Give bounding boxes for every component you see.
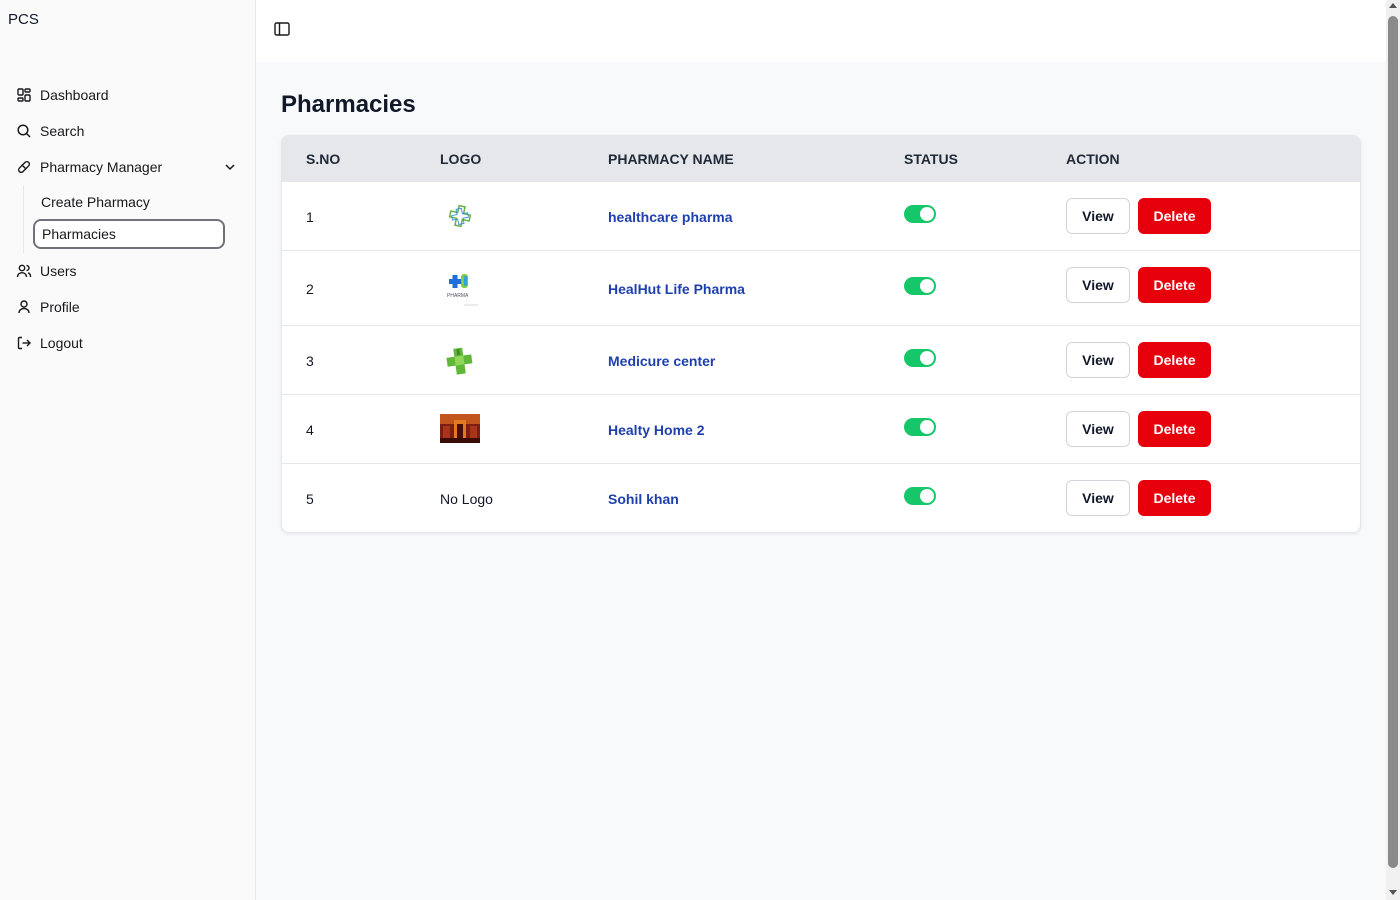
sidebar-item-label: Profile: [40, 299, 80, 315]
status-toggle[interactable]: [904, 487, 936, 505]
scroll-down-arrow-icon[interactable]: [1389, 890, 1397, 895]
sidebar-item-label: Search: [40, 123, 85, 139]
users-icon: [16, 263, 32, 279]
panel-left-icon: [274, 21, 290, 41]
row-sno: 5: [306, 491, 314, 507]
delete-button[interactable]: Delete: [1138, 267, 1211, 303]
sidebar-item-profile[interactable]: Profile: [8, 289, 248, 325]
row-sno: 2: [306, 281, 314, 297]
table-row: 5 No Logo Sohil khan View Delete: [282, 463, 1360, 532]
sidebar-item-label: Logout: [40, 335, 83, 351]
sidebar-item-pharmacy-manager[interactable]: Pharmacy Manager: [8, 149, 248, 185]
sidebar-item-label: Dashboard: [40, 87, 109, 103]
layout-grid-icon: [16, 87, 32, 103]
scrollbar-thumb[interactable]: [1388, 16, 1398, 868]
sidebar-item-dashboard[interactable]: Dashboard: [8, 77, 248, 113]
pharmacy-logo-cross-outline: [448, 204, 472, 231]
top-bar: [256, 0, 1386, 62]
view-button[interactable]: View: [1066, 342, 1130, 378]
sidebar-subitem-pharmacies[interactable]: Pharmacies: [33, 219, 225, 249]
sidebar-nav: Dashboard Search Pharmacy Manager Create…: [8, 77, 248, 361]
sidebar-subitem-create-pharmacy[interactable]: Create Pharmacy: [33, 187, 225, 217]
delete-button[interactable]: Delete: [1138, 342, 1211, 378]
chevron-down-icon[interactable]: [222, 159, 238, 175]
scroll-up-arrow-icon[interactable]: [1389, 3, 1397, 8]
row-sno: 1: [306, 209, 314, 225]
row-actions: View Delete: [1066, 198, 1211, 234]
search-icon: [16, 123, 32, 139]
pharmacy-name-link[interactable]: Sohil khan: [608, 491, 679, 507]
row-actions: View Delete: [1066, 411, 1211, 447]
column-header-action: ACTION: [1066, 151, 1120, 167]
delete-button[interactable]: Delete: [1138, 480, 1211, 516]
view-button[interactable]: View: [1066, 198, 1130, 234]
row-actions: View Delete: [1066, 267, 1211, 303]
status-toggle[interactable]: [904, 349, 936, 367]
main-content: Pharmacies S.NO LOGO PHARMACY NAME STATU…: [256, 62, 1386, 900]
table-row: 1 healthcare pharma View Delete: [282, 181, 1360, 250]
no-logo-text: No Logo: [440, 491, 493, 507]
logout-icon: [16, 335, 32, 351]
pharmacy-name-link[interactable]: HealHut Life Pharma: [608, 281, 745, 297]
sidebar-item-label: Pharmacy Manager: [40, 159, 163, 175]
column-header-pharmacy-name: PHARMACY NAME: [608, 151, 734, 167]
row-actions: View Delete: [1066, 480, 1211, 516]
user-icon: [16, 299, 32, 315]
status-toggle[interactable]: [904, 277, 936, 295]
delete-button[interactable]: Delete: [1138, 411, 1211, 447]
pharmacy-manager-submenu: Create Pharmacy Pharmacies: [23, 185, 248, 253]
pharmacy-name-link[interactable]: Medicure center: [608, 353, 715, 369]
pharmacy-logo-green-cross: [445, 346, 475, 379]
pill-icon: [16, 159, 32, 175]
row-actions: View Delete: [1066, 342, 1211, 378]
sidebar-item-logout[interactable]: Logout: [8, 325, 248, 361]
sidebar-item-search[interactable]: Search: [8, 113, 248, 149]
sidebar: PCS Dashboard Search Pharmacy Manager Cr…: [0, 0, 256, 900]
delete-button[interactable]: Delete: [1138, 198, 1211, 234]
pharmacy-logo-plus: PHARMA: [444, 271, 480, 312]
pharmacies-table: S.NO LOGO PHARMACY NAME STATUS ACTION 1 …: [281, 135, 1361, 533]
view-button[interactable]: View: [1066, 267, 1130, 303]
sidebar-item-users[interactable]: Users: [8, 253, 248, 289]
svg-text:PHARMA: PHARMA: [447, 293, 469, 299]
view-button[interactable]: View: [1066, 480, 1130, 516]
view-button[interactable]: View: [1066, 411, 1130, 447]
sidebar-item-label: Users: [40, 263, 77, 279]
page-title: Pharmacies: [281, 91, 416, 118]
status-toggle[interactable]: [904, 418, 936, 436]
pharmacy-name-link[interactable]: Healty Home 2: [608, 422, 704, 438]
sidebar-toggle-button[interactable]: [272, 21, 292, 41]
row-sno: 4: [306, 422, 314, 438]
pharmacy-logo-photo: [440, 414, 480, 446]
column-header-status: STATUS: [904, 151, 958, 167]
column-header-sno: S.NO: [306, 151, 341, 167]
table-header: S.NO LOGO PHARMACY NAME STATUS ACTION: [282, 136, 1360, 181]
pharmacy-name-link[interactable]: healthcare pharma: [608, 209, 733, 225]
table-row: 4 Healty Home 2 View Delete: [282, 394, 1360, 463]
brand-logo: PCS: [8, 11, 39, 28]
table-row: 2 PHARMA HealHut Life Pharma View Delete: [282, 250, 1360, 325]
column-header-logo: LOGO: [440, 151, 482, 167]
status-toggle[interactable]: [904, 205, 936, 223]
table-row: 3 Medicure center View Delete: [282, 325, 1360, 394]
row-sno: 3: [306, 353, 314, 369]
